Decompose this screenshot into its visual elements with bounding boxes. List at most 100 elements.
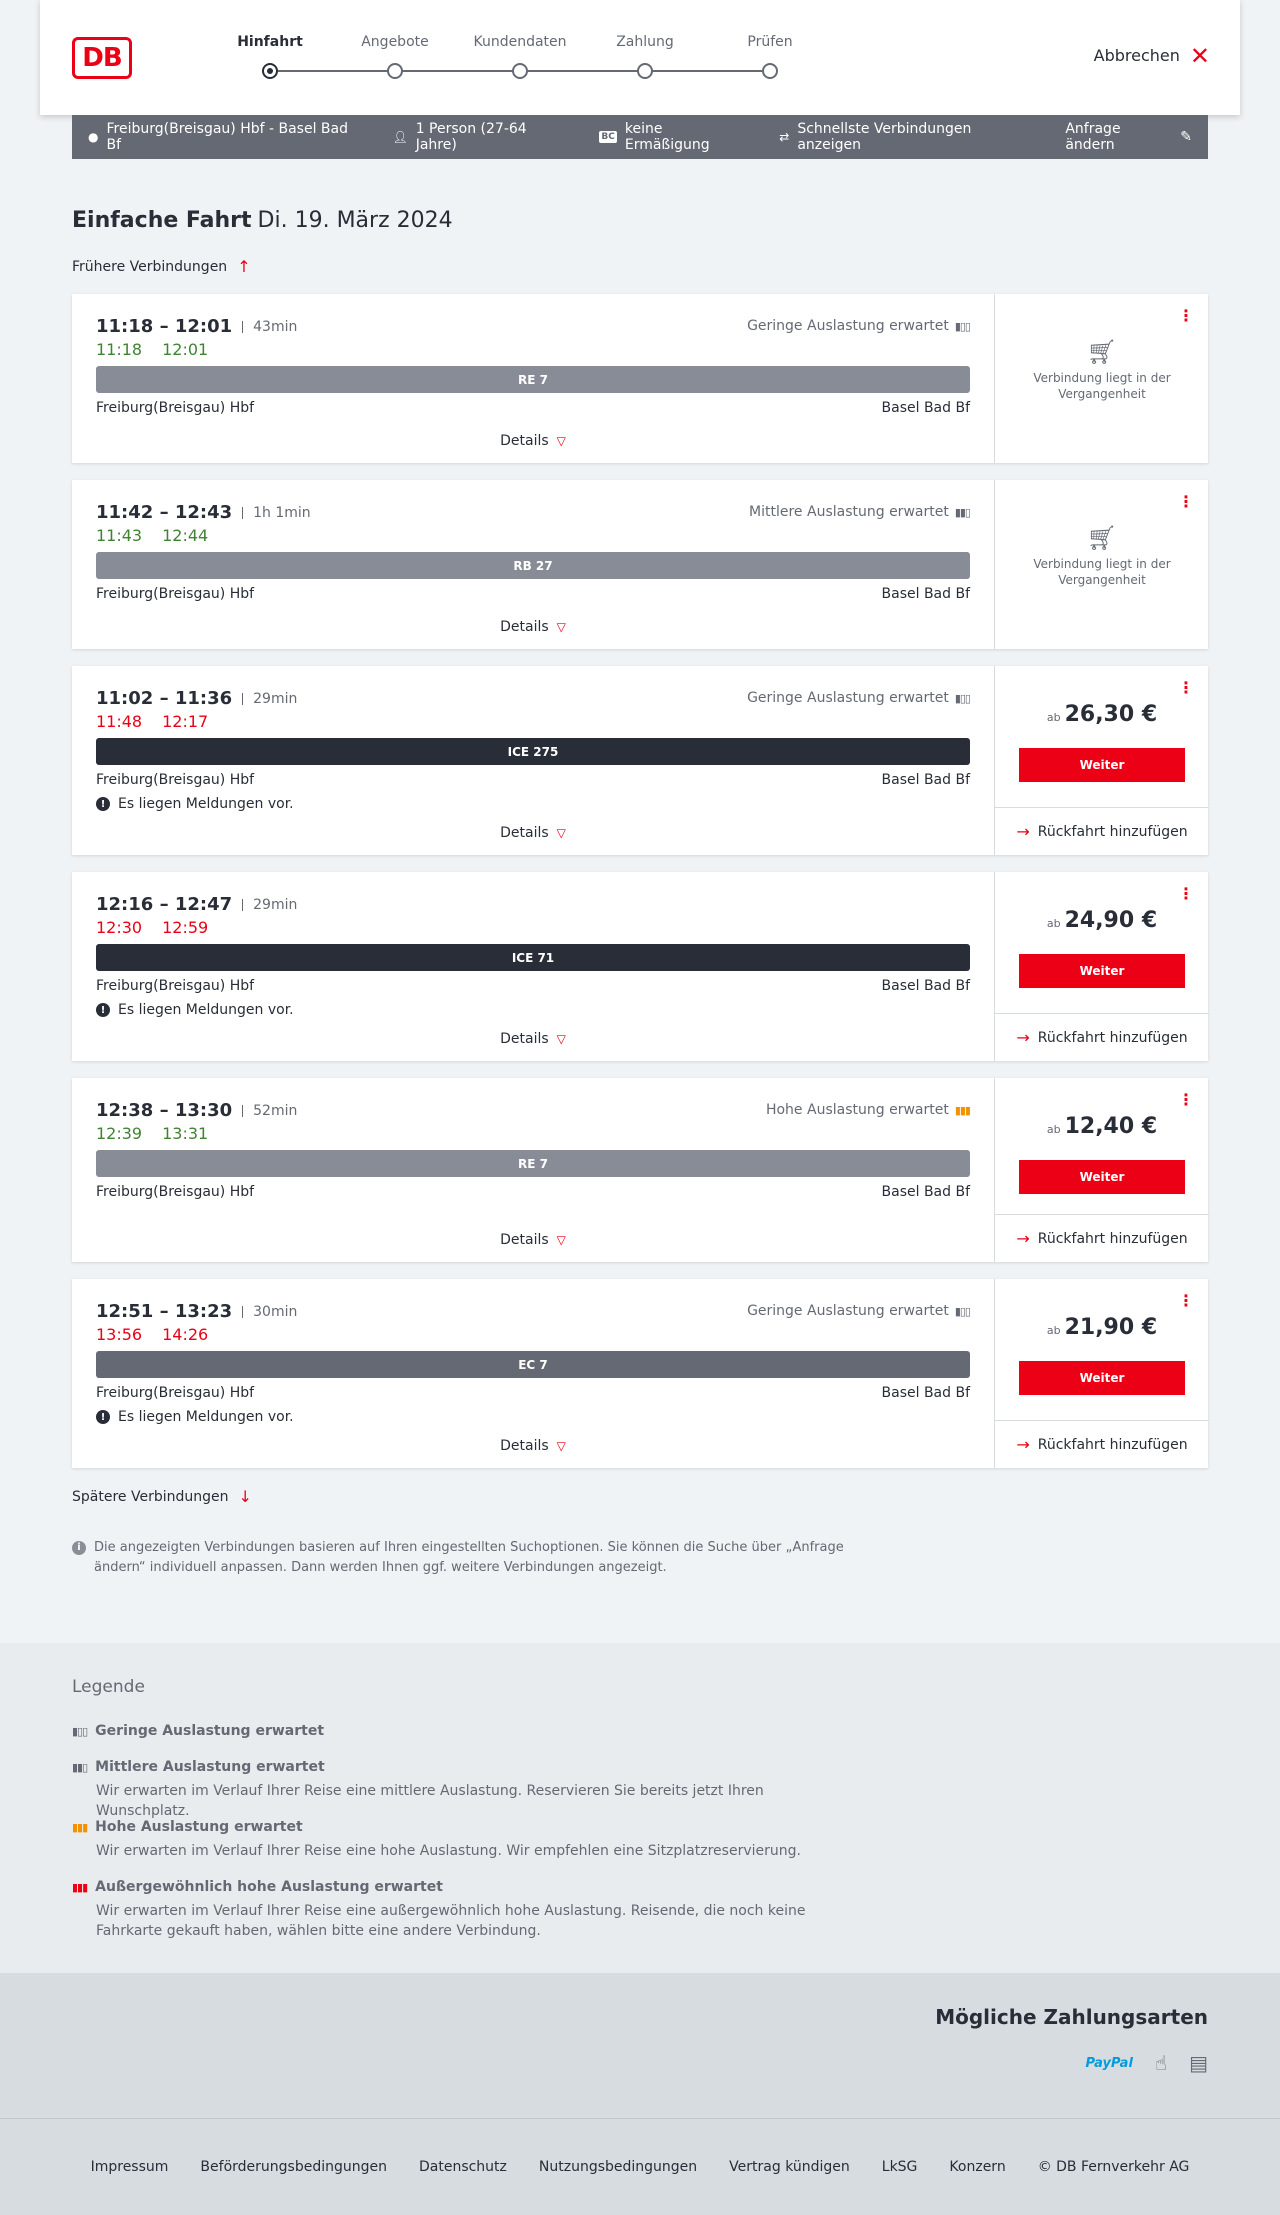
footer-link-vertrag-kuendigen[interactable]: Vertrag kündigen — [729, 2159, 850, 2175]
connection-times: 11:42 – 12:43 1h 1min — [96, 502, 311, 523]
cancel-button[interactable]: Abbrechen ✕ — [1094, 44, 1210, 68]
more-options-icon[interactable]: ⋮ — [1178, 308, 1194, 324]
realtime-departure: 13:56 — [96, 1325, 143, 1344]
chevron-down-icon: ▽ — [556, 620, 566, 634]
load-low-icon: ▮▯▯ — [72, 1724, 88, 1738]
db-logo[interactable]: DB — [72, 37, 132, 79]
duration: 29min — [242, 898, 297, 912]
train-bar[interactable]: RB 27 — [96, 552, 970, 579]
more-options-icon[interactable]: ⋮ — [1178, 1092, 1194, 1108]
footer-link-nutzungsbedingungen[interactable]: Nutzungsbedingungen — [539, 2159, 697, 2175]
progress-steps: Hinfahrt Angebote Kundendaten Zahlung Pr… — [210, 34, 793, 94]
load-indicator: Geringe Auslastung erwartet ▮▯▯ — [747, 690, 971, 706]
connection-main[interactable]: 11:18 – 12:01 43min 11:18 12:01 Geringe Ausl… — [72, 294, 994, 463]
step-hinfahrt: Hinfahrt — [237, 34, 303, 50]
payment-title: Mögliche Zahlungsarten — [935, 2005, 1208, 2029]
more-options-icon[interactable]: ⋮ — [1178, 680, 1194, 696]
continue-button[interactable]: Weiter — [1019, 1361, 1185, 1395]
footer-link-impressum[interactable]: Impressum — [91, 2159, 169, 2175]
load-text: Hohe Auslastung erwartet — [765, 1102, 949, 1118]
arrival-station: Basel Bad Bf — [881, 1184, 970, 1200]
payment-icons: PayPal ☝︎ ▤ — [1085, 2051, 1208, 2075]
offer-panel: ⋮ ab 21,90 € Weiter → Rückfahrt hinzufügen — [994, 1279, 1209, 1468]
add-return-label: Rückfahrt hinzufügen — [1037, 823, 1188, 840]
legend-section: Legende ▮▯▯ Geringe Auslastung erwartet ▮… — [0, 1643, 1280, 1973]
legend-item-title: Außergewöhnlich hohe Auslastung erwartet — [95, 1879, 443, 1895]
arrival-station: Basel Bad Bf — [881, 1385, 970, 1401]
footer-link-datenschutz[interactable]: Datenschutz — [419, 2159, 507, 2175]
earlier-connections-link[interactable]: Frühere Verbindungen ↑ — [72, 257, 251, 276]
message-text: Es liegen Meldungen vor. — [118, 1002, 294, 1018]
add-return-label: Rückfahrt hinzufügen — [1037, 1029, 1188, 1046]
footer-link-lksg[interactable]: LkSG — [882, 2159, 918, 2175]
load-low-icon: ▮▯▯ — [954, 691, 971, 705]
realtime-departure: 11:48 — [96, 712, 143, 731]
add-return-button[interactable]: → Rückfahrt hinzufügen — [995, 1214, 1209, 1262]
info-text: Die angezeigten Verbindungen basieren au… — [94, 1540, 844, 1575]
duration: 29min — [242, 692, 297, 706]
details-toggle[interactable]: Details ▽ — [72, 433, 994, 449]
details-toggle[interactable]: Details ▽ — [72, 1232, 994, 1248]
load-indicator: Hohe Auslastung erwartet ▮▮▮ — [765, 1102, 971, 1118]
add-return-label: Rückfahrt hinzufügen — [1037, 1230, 1188, 1247]
train-bar[interactable]: ICE 275 — [96, 738, 970, 765]
planned-times: 11:02 – 11:36 — [96, 688, 233, 709]
departure-station: Freiburg(Breisgau) Hbf — [96, 1184, 255, 1200]
realtime-times: 11:43 12:44 — [96, 526, 208, 545]
details-toggle[interactable]: Details ▽ — [72, 619, 994, 635]
more-options-icon[interactable]: ⋮ — [1178, 1293, 1194, 1309]
load-low-icon: ▮▯▯ — [954, 1304, 971, 1318]
train-bar[interactable]: RE 7 — [96, 1150, 970, 1177]
message-notice: ! Es liegen Meldungen vor. — [96, 1002, 294, 1018]
continue-button[interactable]: Weiter — [1019, 954, 1185, 988]
train-bar[interactable]: EC 7 — [96, 1351, 970, 1378]
planned-times: 12:16 – 12:47 — [96, 894, 233, 915]
add-return-button[interactable]: → Rückfahrt hinzufügen — [995, 1420, 1209, 1468]
connection-main[interactable]: 12:51 – 13:23 30min 13:56 14:26 Geringe Ausl… — [72, 1279, 994, 1468]
train-bar[interactable]: RE 7 — [96, 366, 970, 393]
footer-link-konzern[interactable]: Konzern — [949, 2159, 1005, 2175]
details-label: Details — [500, 825, 549, 841]
load-text: Geringe Auslastung erwartet — [747, 318, 949, 334]
price: ab 12,40 € — [995, 1114, 1209, 1139]
more-options-icon[interactable]: ⋮ — [1178, 494, 1194, 510]
add-return-button[interactable]: → Rückfahrt hinzufügen — [995, 807, 1209, 855]
continue-button[interactable]: Weiter — [1019, 1160, 1185, 1194]
legend-item-title: Geringe Auslastung erwartet — [95, 1723, 325, 1739]
price-value: 26,30 € — [1064, 702, 1158, 727]
option-text: Schnellste Verbindungen anzeigen — [797, 121, 972, 153]
realtime-times: 11:48 12:17 — [96, 712, 208, 731]
realtime-times: 12:30 12:59 — [96, 918, 208, 937]
connection-times: 12:51 – 13:23 30min — [96, 1301, 297, 1322]
connection-main[interactable]: 11:42 – 12:43 1h 1min 11:43 12:44 Mittlere A… — [72, 480, 994, 649]
legend-title: Legende — [72, 1677, 145, 1697]
departure-station: Freiburg(Breisgau) Hbf — [96, 586, 255, 602]
cart-unavailable-icon: 🛒︎ — [1086, 524, 1118, 552]
details-toggle[interactable]: Details ▽ — [72, 1031, 994, 1047]
stations: Freiburg(Breisgau) Hbf Basel Bad Bf — [96, 400, 970, 416]
connection-main[interactable]: 12:16 – 12:47 29min 12:30 12:59 ICE 71 Freibu… — [72, 872, 994, 1061]
footer-link-befoerderungsbedingungen[interactable]: Beförderungsbedingungen — [200, 2159, 387, 2175]
connection-main[interactable]: 12:38 – 13:30 52min 12:39 13:31 Hohe Auslast… — [72, 1078, 994, 1262]
change-request-button[interactable]: Anfrage ändern ✎ — [1065, 121, 1192, 153]
realtime-departure: 12:39 — [96, 1124, 143, 1143]
legend-item-low: ▮▯▯ Geringe Auslastung erwartet — [72, 1723, 324, 1739]
details-label: Details — [500, 1438, 549, 1454]
details-toggle[interactable]: Details ▽ — [72, 825, 994, 841]
departure-station: Freiburg(Breisgau) Hbf — [96, 772, 255, 788]
stations: Freiburg(Breisgau) Hbf Basel Bad Bf — [96, 1385, 970, 1401]
step-dot-zahlung — [637, 63, 653, 79]
arrival-station: Basel Bad Bf — [881, 772, 970, 788]
details-toggle[interactable]: Details ▽ — [72, 1438, 994, 1454]
train-bar[interactable]: ICE 71 — [96, 944, 970, 971]
later-connections-link[interactable]: Spätere Verbindungen ↓ — [72, 1487, 252, 1506]
load-indicator: Geringe Auslastung erwartet ▮▯▯ — [747, 318, 971, 334]
connection-main[interactable]: 11:02 – 11:36 29min 11:48 12:17 Geringe Ausl… — [72, 666, 994, 855]
add-return-button[interactable]: → Rückfahrt hinzufügen — [995, 1013, 1209, 1061]
details-label: Details — [500, 619, 549, 635]
more-options-icon[interactable]: ⋮ — [1178, 886, 1194, 902]
continue-button[interactable]: Weiter — [1019, 748, 1185, 782]
load-high-icon: ▮▮▮ — [954, 1103, 971, 1117]
details-label: Details — [500, 1232, 549, 1248]
legend-item-desc: Wir erwarten im Verlauf Ihrer Reise eine… — [96, 1903, 806, 1939]
